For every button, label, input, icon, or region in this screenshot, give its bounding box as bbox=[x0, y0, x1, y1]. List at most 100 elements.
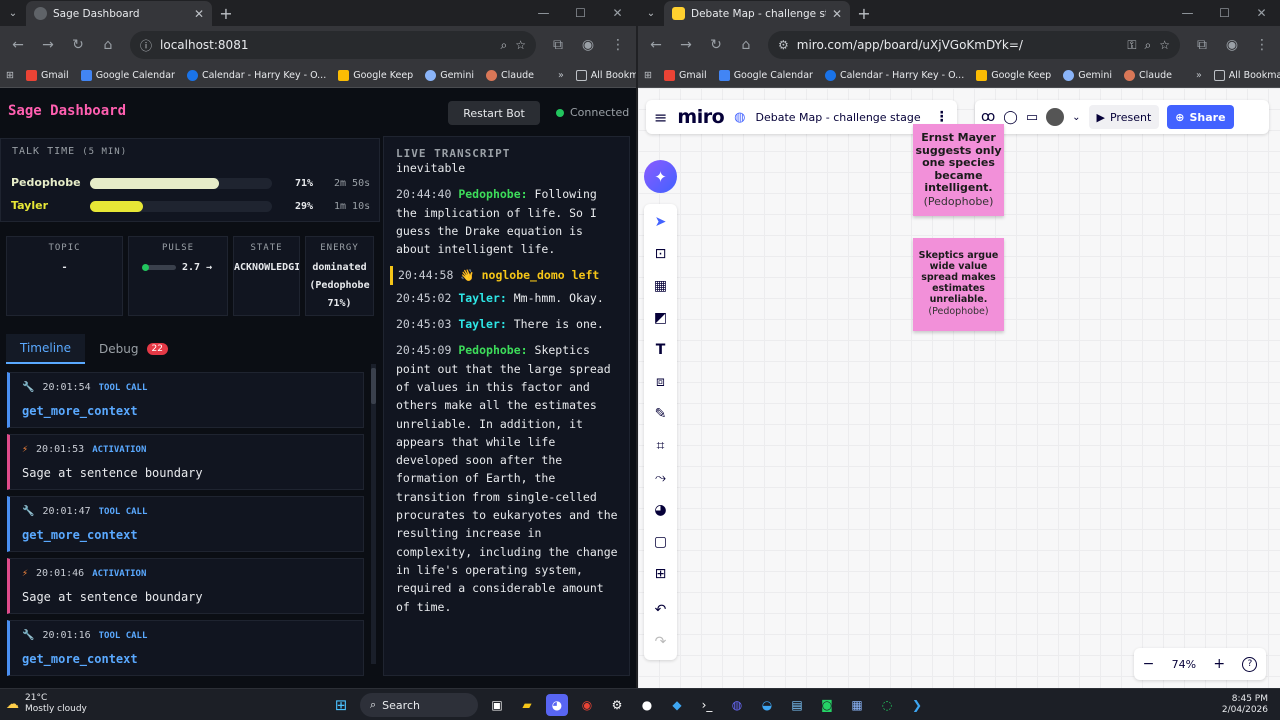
tab-debug[interactable]: Debug 22 bbox=[85, 334, 182, 364]
extensions-icon[interactable]: ⧉ bbox=[1188, 31, 1216, 59]
bookmark-gmail[interactable]: Gmail bbox=[663, 70, 707, 81]
bookmark-calendar[interactable]: Google Calendar bbox=[718, 70, 813, 81]
profile-icon[interactable]: ◉ bbox=[1218, 31, 1246, 59]
board-menu-icon[interactable]: ⋮ bbox=[935, 109, 949, 125]
site-info-icon[interactable]: ⓘ bbox=[140, 37, 152, 54]
home-icon[interactable]: ⌂ bbox=[732, 31, 760, 59]
system-clock[interactable]: 8:45 PM 2/04/2026 bbox=[1222, 694, 1268, 716]
weather-widget[interactable]: ☁ 21°C Mostly cloudy bbox=[6, 693, 87, 715]
site-settings-icon[interactable]: ⚙ bbox=[778, 38, 789, 52]
timeline-card[interactable]: 🔧 20:01:16 TOOL CALL get_more_context bbox=[7, 620, 364, 676]
back-icon[interactable]: ← bbox=[642, 31, 670, 59]
all-bookmarks[interactable]: All Bookmarks bbox=[575, 70, 636, 81]
more-bookmarks-icon[interactable]: » bbox=[558, 70, 564, 81]
steam-icon[interactable]: ⚙ bbox=[606, 694, 628, 716]
maximize-icon[interactable]: ☐ bbox=[562, 0, 599, 26]
discord-icon[interactable]: ◕ bbox=[546, 694, 568, 716]
menu-icon[interactable]: ⋮ bbox=[1248, 31, 1276, 59]
game-icon[interactable]: ▦ bbox=[846, 694, 868, 716]
task-view-icon[interactable]: ▣ bbox=[486, 694, 508, 716]
zoom-level[interactable]: 74% bbox=[1172, 658, 1196, 671]
file-explorer-icon[interactable]: ▰ bbox=[516, 694, 538, 716]
miro-board[interactable]: ≡ miro ◍ Debate Map - challenge stage ⋮ … bbox=[638, 88, 1280, 688]
scroll-thumb[interactable] bbox=[371, 368, 376, 404]
board-name[interactable]: Debate Map - challenge stage bbox=[755, 111, 920, 124]
minimize-icon[interactable]: — bbox=[1169, 0, 1206, 26]
bookmark-gemini[interactable]: Gemini bbox=[1063, 70, 1112, 81]
hamburger-menu-icon[interactable]: ≡ bbox=[654, 108, 667, 127]
close-tab-icon[interactable]: ✕ bbox=[832, 7, 842, 21]
maximize-icon[interactable]: ☐ bbox=[1206, 0, 1243, 26]
video-call-icon[interactable]: ▭ bbox=[1026, 110, 1038, 125]
bookmark-outlook-calendar[interactable]: Calendar - Harry Key - O... bbox=[186, 70, 326, 81]
templates-icon[interactable]: ⊡ bbox=[644, 240, 677, 268]
comment-tool-icon[interactable]: ▢ bbox=[644, 528, 677, 556]
reactions-icon[interactable]: ꝏ bbox=[981, 109, 995, 125]
back-icon[interactable]: ← bbox=[4, 31, 32, 59]
new-tab-button[interactable]: + bbox=[212, 1, 240, 26]
help-icon[interactable]: ? bbox=[1242, 656, 1258, 672]
comment-icon[interactable]: ◯ bbox=[1003, 110, 1018, 125]
new-tab-button[interactable]: + bbox=[850, 1, 878, 26]
bookmark-gmail[interactable]: Gmail bbox=[25, 70, 69, 81]
shapes-icon[interactable]: ⧈ bbox=[644, 368, 677, 396]
whatsapp-icon[interactable]: ◙ bbox=[816, 694, 838, 716]
connector-icon[interactable]: ⤳ bbox=[644, 464, 677, 492]
bookmark-claude[interactable]: Claude bbox=[1123, 70, 1172, 81]
bookmark-outlook-calendar[interactable]: Calendar - Harry Key - O... bbox=[824, 70, 964, 81]
obs-icon[interactable]: ● bbox=[636, 694, 658, 716]
bookmark-gemini[interactable]: Gemini bbox=[425, 70, 474, 81]
powershell-icon[interactable]: ❯ bbox=[906, 694, 928, 716]
address-bar[interactable]: ⚙ miro.com/app/board/uXjVGoKmDYk=/ ⚿ ⌕ ☆ bbox=[768, 31, 1180, 59]
text-tool-icon[interactable]: T bbox=[644, 336, 677, 364]
forward-icon[interactable]: → bbox=[34, 31, 62, 59]
vscode-icon[interactable]: ◆ bbox=[666, 694, 688, 716]
sticky-note-icon[interactable]: ◩ bbox=[644, 304, 677, 332]
timeline-scrollbar[interactable] bbox=[371, 364, 376, 664]
share-button[interactable]: ⊕ Share bbox=[1167, 105, 1234, 129]
all-bookmarks[interactable]: All Bookmarks bbox=[1213, 70, 1280, 81]
bookmark-keep[interactable]: Google Keep bbox=[976, 70, 1051, 81]
restart-bot-button[interactable]: Restart Bot bbox=[448, 101, 540, 125]
notepad-icon[interactable]: ▤ bbox=[786, 694, 808, 716]
redo-icon[interactable]: ↷ bbox=[644, 628, 677, 656]
close-window-icon[interactable]: ✕ bbox=[1243, 0, 1280, 26]
tab-miro-board[interactable]: Debate Map - challenge stage - Miro ✕ bbox=[664, 1, 850, 26]
table-icon[interactable]: ▦ bbox=[644, 272, 677, 300]
reload-icon[interactable]: ↻ bbox=[702, 31, 730, 59]
profile-icon[interactable]: ◉ bbox=[574, 31, 602, 59]
menu-icon[interactable]: ⋮ bbox=[604, 31, 632, 59]
present-button[interactable]: ▶ Present bbox=[1088, 105, 1160, 129]
select-tool-icon[interactable]: ➤ bbox=[644, 208, 677, 236]
zoom-out-icon[interactable]: − bbox=[1143, 656, 1155, 672]
edge-icon[interactable]: ◒ bbox=[756, 694, 778, 716]
minimize-icon[interactable]: — bbox=[525, 0, 562, 26]
terminal-icon[interactable]: ›_ bbox=[696, 694, 718, 716]
ai-sparkle-icon[interactable]: ✦ bbox=[644, 160, 677, 193]
miro-logo[interactable]: miro bbox=[677, 106, 724, 128]
apps-icon[interactable]: ⊞ bbox=[6, 70, 14, 81]
add-apps-icon[interactable]: ⊞ bbox=[644, 560, 677, 588]
sticky-note[interactable]: Skeptics argue wide value spread makes e… bbox=[913, 238, 1004, 331]
password-key-icon[interactable]: ⚿ bbox=[1127, 38, 1136, 53]
forward-icon[interactable]: → bbox=[672, 31, 700, 59]
bookmark-claude[interactable]: Claude bbox=[485, 70, 534, 81]
extensions-icon[interactable]: ⧉ bbox=[544, 31, 572, 59]
timeline-card[interactable]: 🔧 20:01:54 TOOL CALL get_more_context bbox=[7, 372, 364, 428]
home-icon[interactable]: ⌂ bbox=[94, 31, 122, 59]
undo-icon[interactable]: ↶ bbox=[644, 596, 677, 624]
pen-icon[interactable]: ✎ bbox=[644, 400, 677, 428]
zoom-in-icon[interactable]: + bbox=[1213, 656, 1225, 672]
sticky-note[interactable]: Ernst Mayer suggests only one species be… bbox=[913, 124, 1004, 216]
frame-icon[interactable]: ⌗ bbox=[644, 432, 677, 460]
taskbar-search[interactable]: ⌕ Search bbox=[360, 693, 478, 717]
bookmark-star-icon[interactable]: ☆ bbox=[515, 38, 526, 52]
zoom-icon[interactable]: ⌕ bbox=[501, 38, 508, 53]
close-window-icon[interactable]: ✕ bbox=[599, 0, 636, 26]
tab-sage-dashboard[interactable]: Sage Dashboard ✕ bbox=[26, 1, 212, 26]
more-bookmarks-icon[interactable]: » bbox=[1196, 70, 1202, 81]
bookmark-keep[interactable]: Google Keep bbox=[338, 70, 413, 81]
bookmark-calendar[interactable]: Google Calendar bbox=[80, 70, 175, 81]
chrome-icon[interactable]: ◉ bbox=[576, 694, 598, 716]
bookmark-star-icon[interactable]: ☆ bbox=[1159, 38, 1170, 52]
